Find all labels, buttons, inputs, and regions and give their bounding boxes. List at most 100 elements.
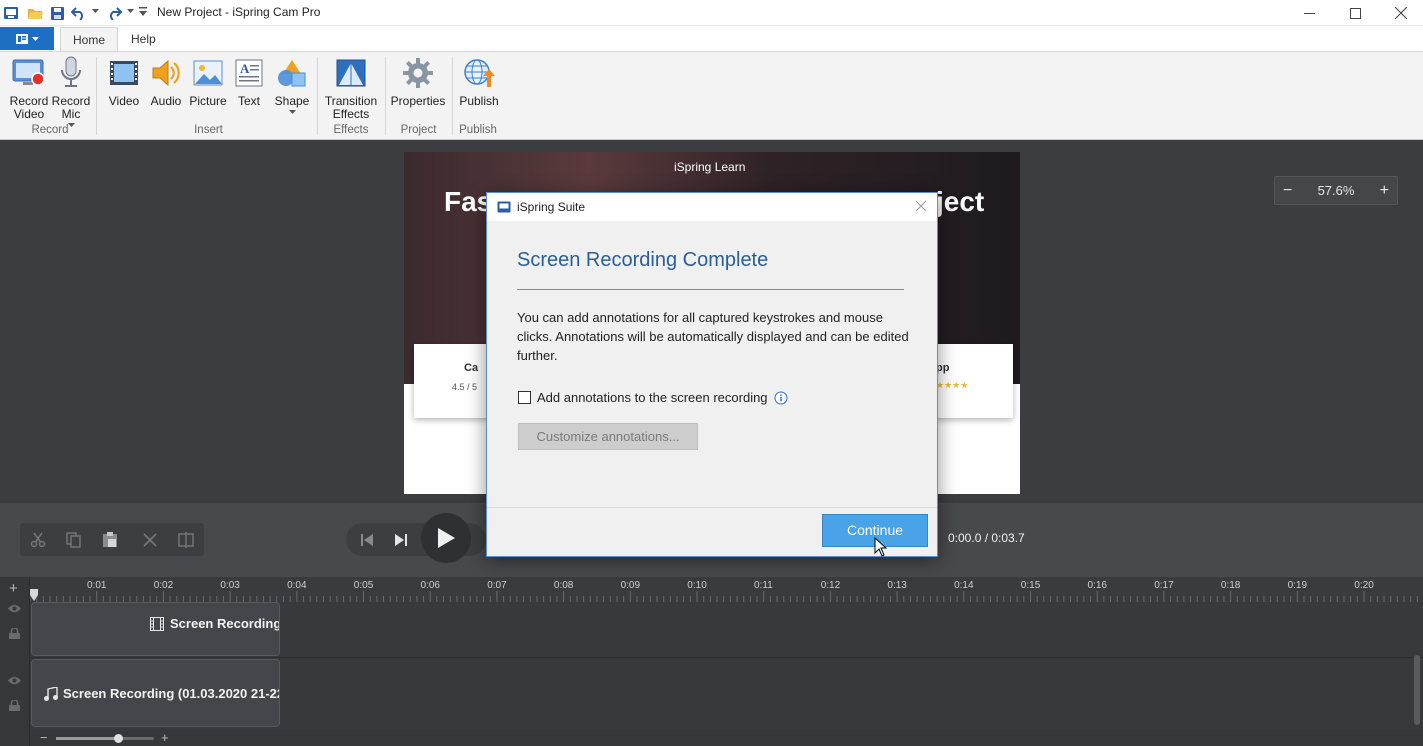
ruler-tick-label: 0:17 — [1154, 580, 1174, 591]
record-video-button[interactable]: Record Video — [8, 56, 50, 121]
ruler-tick-label: 0:09 — [620, 580, 641, 591]
properties-button[interactable]: Properties — [390, 56, 446, 108]
redo-icon[interactable] — [105, 4, 123, 22]
skip-to-start-button[interactable] — [349, 523, 385, 556]
ruler-tick-label: 0:12 — [820, 580, 841, 591]
eye-icon[interactable] — [8, 676, 21, 685]
timeline-vertical-scrollbar[interactable] — [1414, 655, 1420, 725]
chevron-down-icon — [31, 36, 39, 41]
tab-help[interactable]: Help — [119, 27, 168, 52]
close-icon — [1395, 7, 1407, 19]
ruler-tick-label: 0:19 — [1287, 580, 1308, 591]
preview-card-right-name: pp — [936, 362, 950, 374]
chevron-down-icon — [288, 110, 296, 114]
picture-icon — [191, 56, 225, 90]
save-icon[interactable] — [48, 4, 66, 22]
annotations-checkbox[interactable] — [518, 391, 531, 404]
insert-shape-button[interactable]: Shape — [272, 56, 312, 114]
redo-dropdown-icon[interactable] — [127, 9, 134, 14]
split-button[interactable] — [168, 523, 204, 556]
skip-forward-icon — [395, 533, 407, 546]
delete-icon — [143, 532, 157, 547]
info-icon[interactable] — [774, 391, 788, 405]
ribbon-tab-row — [0, 26, 1423, 52]
timeline-zoom-slider[interactable] — [56, 734, 154, 743]
shape-icon — [275, 56, 309, 90]
record-video-icon — [12, 56, 46, 90]
text-label: Text — [237, 94, 260, 108]
copy-icon — [66, 531, 81, 548]
record-mic-button[interactable]: Record Mic — [52, 56, 90, 127]
ruler-tick-label: 0:13 — [887, 580, 907, 591]
insert-text-button[interactable]: A Text — [231, 56, 267, 108]
minimize-button[interactable] — [1286, 0, 1332, 26]
lock-icon[interactable] — [9, 628, 20, 639]
video-clip-label: Screen Recording ( — [170, 616, 280, 631]
ruler-tick-label: 0:11 — [754, 580, 773, 591]
screen-recording-complete-dialog: iSpring Suite Screen Recording Complete … — [486, 192, 938, 557]
transition-effects-label: Transition Effects — [324, 94, 378, 121]
ruler-tick-label: 0:08 — [553, 580, 574, 591]
ruler-tick-label: 0:02 — [153, 580, 174, 591]
preview-card-right: pp ★★★★ — [934, 344, 1013, 418]
ruler-tick-label: 0:07 — [487, 580, 507, 591]
skip-to-end-button[interactable] — [383, 523, 419, 556]
microphone-icon — [54, 56, 88, 90]
maximize-button[interactable] — [1332, 0, 1378, 26]
ruler-tick-label: 0:16 — [1087, 580, 1107, 591]
delete-button[interactable] — [132, 523, 168, 556]
play-button[interactable] — [421, 513, 471, 563]
ruler-tick-label: 0:01 — [87, 580, 107, 591]
ruler-tick-label: 0:04 — [287, 580, 307, 591]
undo-icon[interactable] — [70, 4, 88, 22]
group-label-record: Record — [31, 124, 69, 136]
window-title: New Project - iSpring Cam Pro — [157, 5, 321, 19]
preview-brand: iSpring Learn — [674, 160, 746, 174]
dialog-close-button[interactable] — [915, 200, 927, 212]
eye-icon[interactable] — [8, 604, 21, 613]
film-icon — [150, 616, 164, 631]
group-label-publish: Publish — [459, 124, 497, 136]
timeline-zoom-out-button[interactable]: − — [40, 731, 48, 744]
zoom-out-button[interactable]: − — [1283, 182, 1292, 200]
video-clip[interactable]: Screen Recording ( — [31, 602, 280, 656]
zoom-control: − 57.6% + — [1274, 176, 1398, 205]
copy-button[interactable] — [56, 523, 92, 556]
zoom-value: 57.6% — [1317, 183, 1355, 198]
timeline-zoom-fill — [56, 737, 119, 740]
menu-icon — [15, 33, 28, 44]
insert-video-button[interactable]: Video — [104, 56, 144, 108]
audio-clip[interactable]: Screen Recording (01.03.2020 21-22-2 — [31, 659, 280, 727]
lock-icon[interactable] — [9, 700, 20, 711]
music-note-icon — [44, 686, 58, 701]
ruler-tick-label: 0:05 — [353, 580, 374, 591]
customize-icon[interactable] — [139, 7, 147, 17]
app-icon[interactable] — [2, 4, 20, 22]
paste-button[interactable] — [92, 523, 128, 556]
undo-dropdown-icon[interactable] — [92, 9, 99, 14]
playhead-marker[interactable] — [30, 589, 38, 601]
publish-button[interactable]: Publish — [457, 56, 501, 108]
ruler-tick-label: 0:10 — [687, 580, 707, 591]
annotations-checkbox-label[interactable]: Add annotations to the screen recording — [537, 390, 768, 405]
speaker-icon — [149, 56, 183, 90]
insert-picture-button[interactable]: Picture — [187, 56, 229, 108]
insert-audio-button[interactable]: Audio — [146, 56, 186, 108]
add-track-button[interactable]: + — [9, 581, 18, 596]
ruler-tick-label: 0:14 — [954, 580, 974, 591]
timeline-zoom-in-button[interactable]: + — [161, 731, 169, 744]
customize-annotations-button[interactable]: Customize annotations... — [518, 423, 698, 450]
picture-label: Picture — [189, 94, 227, 108]
tab-home[interactable]: Home — [60, 27, 119, 52]
text-icon: A — [232, 56, 266, 90]
transition-effects-button[interactable]: Transition Effects — [323, 56, 379, 121]
mouse-cursor-icon — [874, 537, 887, 557]
timeline-zoom-bar — [30, 729, 1423, 746]
open-folder-icon[interactable] — [26, 4, 44, 22]
cut-button[interactable] — [20, 523, 56, 556]
ruler-tick-label: 0:15 — [1020, 580, 1041, 591]
zoom-in-button[interactable]: + — [1380, 182, 1389, 200]
file-menu-button[interactable] — [0, 27, 54, 50]
record-video-label: Record Video — [9, 94, 49, 121]
close-window-button[interactable] — [1378, 0, 1423, 26]
